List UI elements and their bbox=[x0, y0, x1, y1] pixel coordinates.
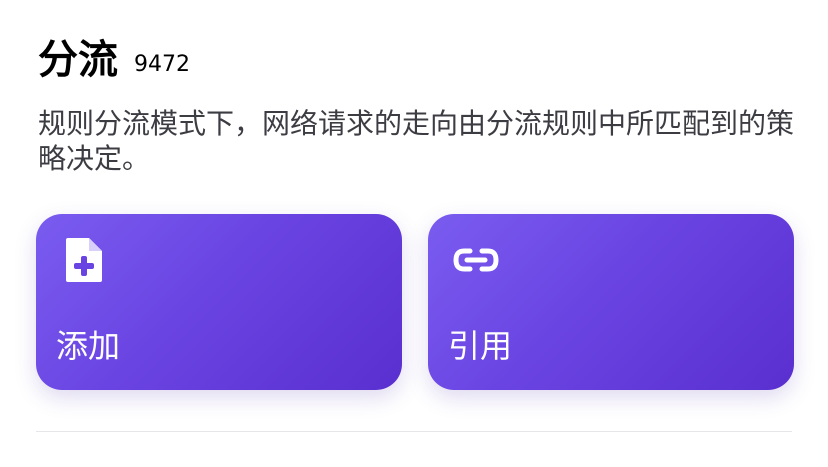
link-icon bbox=[450, 234, 502, 286]
reference-button[interactable]: 引用 bbox=[428, 214, 794, 390]
section-header: 分流 9472 bbox=[38, 36, 190, 84]
section-description: 规则分流模式下，网络请求的走向由分流规则中所匹配到的策略决定。 bbox=[38, 107, 795, 175]
add-button[interactable]: 添加 bbox=[36, 214, 402, 390]
divider bbox=[36, 431, 792, 432]
rule-count: 9472 bbox=[134, 52, 190, 77]
add-button-label: 添加 bbox=[56, 327, 121, 365]
action-cards: 添加 引用 bbox=[36, 214, 794, 390]
reference-button-label: 引用 bbox=[448, 327, 513, 365]
section-title: 分流 bbox=[38, 37, 118, 83]
add-file-icon bbox=[58, 234, 110, 286]
